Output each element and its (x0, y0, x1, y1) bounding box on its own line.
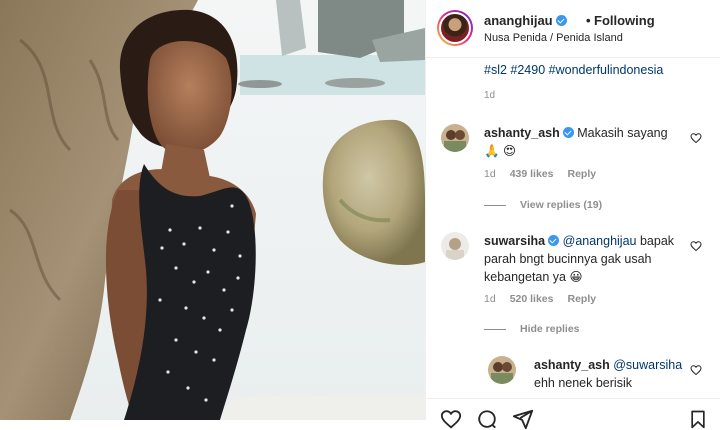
reply-button[interactable]: Reply (567, 168, 596, 180)
comment-username[interactable]: suwarsiha (484, 234, 545, 248)
location-link[interactable]: Nusa Penida / Penida Island (484, 32, 623, 44)
reply-mention[interactable]: @suwarsiha (613, 358, 682, 372)
post-side-panel: ananghijau • Following Nusa Penida / Pen… (425, 0, 720, 430)
reply-button[interactable]: Reply (567, 293, 596, 305)
verified-badge-icon (562, 127, 574, 138)
instagram-post: ananghijau • Following Nusa Penida / Pen… (0, 0, 720, 430)
author-avatar[interactable] (437, 10, 473, 46)
author-username[interactable]: ananghijau (484, 13, 567, 28)
reply: ashanty_ash @suwarsiha ehh nenek berisik (534, 356, 694, 392)
verified-badge-icon (548, 235, 560, 246)
comment-meta: 1d 520 likes Reply (484, 293, 610, 305)
comment-likes[interactable]: 439 likes (510, 168, 554, 180)
comment-avatar[interactable] (441, 232, 469, 260)
verified-badge-icon (555, 15, 567, 26)
comment: ashanty_ash Makasih sayang 🙏 😍 (484, 124, 684, 160)
comment-mention[interactable]: @ananghijau (563, 234, 637, 248)
reply-avatar[interactable] (488, 356, 516, 384)
comment-avatar[interactable] (441, 124, 469, 152)
view-replies-button[interactable]: View replies (19) (484, 199, 602, 211)
bookmark-icon[interactable] (688, 408, 708, 430)
comment-username[interactable]: ashanty_ash (484, 126, 560, 140)
comment-meta: 1d 439 likes Reply (484, 168, 610, 180)
hide-replies-button[interactable]: Hide replies (484, 323, 580, 335)
header-separator: • (586, 13, 591, 28)
post-photo[interactable] (0, 0, 425, 420)
following-button[interactable]: Following (594, 13, 655, 28)
caption-time[interactable]: 1d (484, 90, 495, 101)
view-replies-label[interactable]: View replies (19) (520, 199, 602, 211)
comment-time[interactable]: 1d (484, 293, 496, 305)
post-header: ananghijau • Following Nusa Penida / Pen… (426, 0, 720, 58)
comment-text: parah bngt bucinnya gak usah (484, 252, 652, 266)
heart-icon[interactable] (440, 408, 462, 430)
hide-replies-label[interactable]: Hide replies (520, 323, 580, 335)
share-icon[interactable] (512, 408, 534, 430)
comment: suwarsiha @ananghijau bapak parah bngt b… (484, 232, 684, 286)
comment-icon[interactable] (476, 408, 498, 430)
comment-time[interactable]: 1d (484, 168, 496, 180)
reply-username[interactable]: ashanty_ash (534, 358, 610, 372)
heart-icon[interactable] (690, 132, 702, 144)
comment-emojis: 🙏 😍 (484, 144, 517, 158)
beach-portrait-image (0, 0, 425, 420)
divider (484, 328, 506, 330)
comment-text: Makasih sayang (577, 126, 668, 140)
reply-text: ehh nenek berisik (534, 376, 632, 390)
action-bar (426, 398, 720, 430)
divider (484, 204, 506, 206)
author-username-text[interactable]: ananghijau (484, 13, 553, 28)
heart-icon[interactable] (690, 240, 702, 252)
comment-likes[interactable]: 520 likes (510, 293, 554, 305)
comment-text: bapak (639, 234, 675, 248)
heart-icon[interactable] (690, 364, 702, 376)
caption-hashtags[interactable]: #sl2 #2490 #wonderfulindonesia (484, 63, 663, 77)
comment-text: kebangetan ya 😀 (484, 270, 583, 284)
